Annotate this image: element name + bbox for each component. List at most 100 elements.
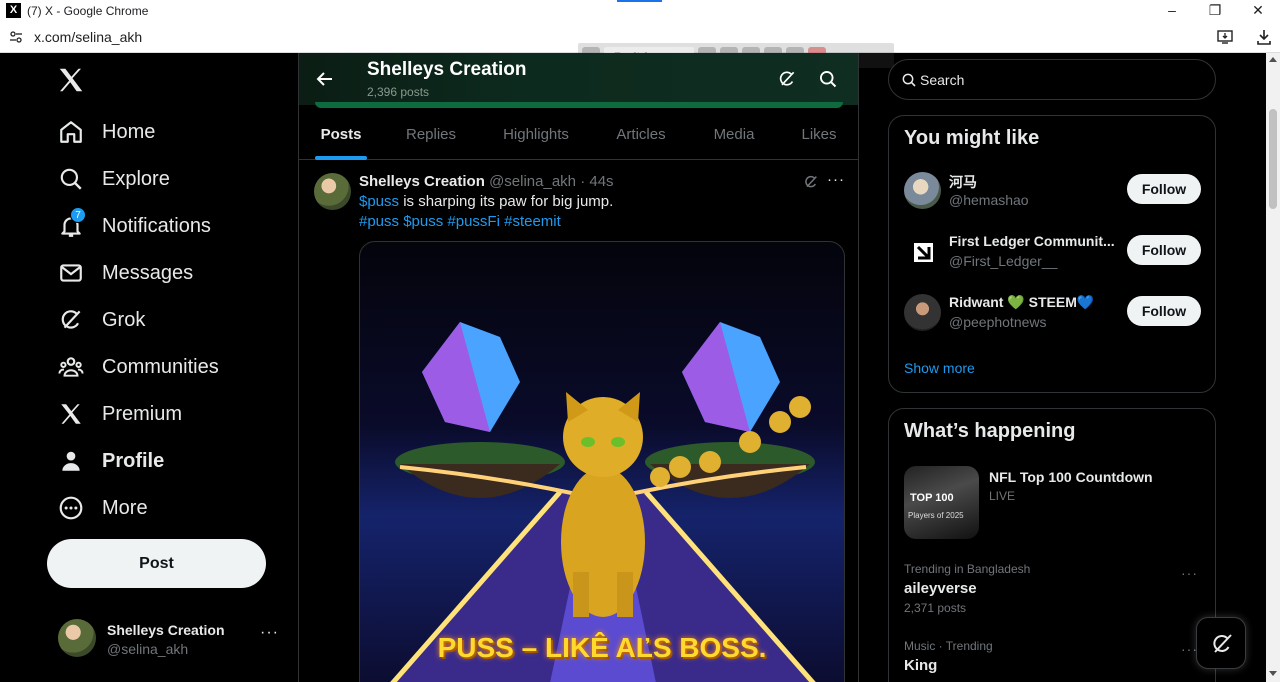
tweet-more-icon[interactable]: ··· xyxy=(827,171,845,188)
suggested-account-name: First Ledger Communit... xyxy=(949,233,1115,249)
people-icon xyxy=(58,357,84,377)
tweet-author-handle[interactable]: @selina_akh xyxy=(489,173,576,190)
active-tab-underline xyxy=(315,156,367,160)
home-icon xyxy=(60,121,82,143)
follow-button[interactable]: Follow xyxy=(1127,296,1201,326)
trend-post-count: 2,371 posts xyxy=(904,601,967,615)
scroll-down-arrow-icon[interactable] xyxy=(1269,671,1277,676)
avatar xyxy=(904,233,941,270)
tweet-time[interactable]: 44s xyxy=(589,173,613,190)
trend-thumbnail[interactable]: TOP 100 Players of 2025 xyxy=(904,466,979,539)
suggested-account-name: Ridwant 💚 STEEM💙 xyxy=(949,294,1095,310)
tweet-image[interactable]: PUSS – LIKÊ AĽS BOSS. xyxy=(359,241,845,682)
nav-profile-label: Profile xyxy=(102,449,165,472)
tweet-text-body: is sharping its paw for big jump. xyxy=(399,193,614,210)
install-app-icon[interactable] xyxy=(1216,28,1234,46)
back-arrow-icon[interactable] xyxy=(315,69,335,89)
nav-profile[interactable]: Profile xyxy=(58,441,164,481)
nav-grok[interactable]: Grok xyxy=(58,300,145,340)
featured-trend-title[interactable]: NFL Top 100 Countdown xyxy=(989,469,1153,485)
thumbnail-subtext: Players of 2025 xyxy=(908,511,964,520)
avatar xyxy=(58,619,96,657)
scrollbar-thumb[interactable] xyxy=(1269,109,1277,209)
grok-icon xyxy=(61,310,81,329)
trend-more-icon[interactable]: ··· xyxy=(1181,565,1198,581)
suggested-account-handle: @peephotnews xyxy=(949,314,1047,330)
notification-badge: 7 xyxy=(70,207,86,223)
nav-notifications[interactable]: 7 Notifications xyxy=(58,206,211,246)
grok-icon[interactable] xyxy=(777,69,797,89)
tab-highlights[interactable]: Highlights xyxy=(497,113,575,160)
nav-notifications-label: Notifications xyxy=(102,214,211,237)
download-icon[interactable] xyxy=(1255,28,1273,46)
tweet-text: $puss is sharping its paw for big jump. xyxy=(359,193,613,210)
post-count: 2,396 posts xyxy=(367,85,430,99)
maximize-button[interactable]: ❐ xyxy=(1205,2,1225,20)
scroll-up-arrow-icon[interactable] xyxy=(1269,57,1277,62)
tab-posts[interactable]: Posts xyxy=(317,113,365,160)
avatar xyxy=(904,294,941,331)
nav-more-label: More xyxy=(102,496,148,519)
show-more-link[interactable]: Show more xyxy=(904,360,975,376)
tab-replies[interactable]: Replies xyxy=(403,113,459,160)
suggested-account[interactable]: 河马 @hemashao Follow xyxy=(904,172,1201,212)
url-field[interactable]: x.com/selina_akh xyxy=(34,29,142,45)
trend-context: Music · Trending xyxy=(904,639,993,653)
grok-icon[interactable] xyxy=(803,174,819,190)
cashtag-link[interactable]: $puss xyxy=(359,193,399,210)
search-input[interactable]: Search xyxy=(888,59,1216,100)
avatar[interactable] xyxy=(314,173,351,210)
nav-explore-label: Explore xyxy=(102,167,170,190)
nav-explore[interactable]: Explore xyxy=(58,159,170,199)
nav-premium[interactable]: Premium xyxy=(58,394,182,434)
nav-home[interactable]: Home xyxy=(58,112,155,152)
nav-more[interactable]: More xyxy=(58,488,148,528)
tweet-hashtags: #puss $puss #pussFi #steemit xyxy=(359,213,561,230)
tweet-meta: Shelleys Creation @selina_akh · 44s xyxy=(359,173,614,190)
x-logo-icon[interactable] xyxy=(56,65,86,95)
thumbnail-text: TOP 100 xyxy=(910,492,954,504)
more-circle-icon xyxy=(59,496,83,520)
x-logo-icon xyxy=(61,404,81,424)
tweet[interactable]: Shelleys Creation @selina_akh · 44s ··· … xyxy=(299,161,858,682)
suggested-account[interactable]: First Ledger Communit... @First_Ledger__… xyxy=(904,233,1201,273)
window-title: (7) X - Google Chrome xyxy=(27,4,149,18)
suggested-account[interactable]: Ridwant 💚 STEEM💙 @peephotnews Follow xyxy=(904,294,1201,334)
search-icon[interactable] xyxy=(818,69,838,89)
trend-name[interactable]: King xyxy=(904,657,937,674)
post-button[interactable]: Post xyxy=(47,539,266,588)
search-icon xyxy=(902,73,916,87)
suggested-account-handle: @First_Ledger__ xyxy=(949,253,1058,269)
minimize-button[interactable]: – xyxy=(1162,2,1182,20)
you-might-like-title: You might like xyxy=(904,127,1040,149)
suggested-account-name: 河马 xyxy=(949,174,977,190)
hashtag-link[interactable]: #puss xyxy=(359,213,399,230)
meta-separator: · xyxy=(580,173,586,190)
account-switcher[interactable]: Shelleys Creation @selina_akh ··· xyxy=(58,619,288,659)
trend-name[interactable]: aileyverse xyxy=(904,580,977,597)
nav-communities-label: Communities xyxy=(102,355,219,378)
account-more-icon[interactable]: ··· xyxy=(260,624,279,642)
nav-home-label: Home xyxy=(102,120,156,143)
hashtag-link[interactable]: #pussFi xyxy=(447,213,500,230)
follow-button[interactable]: Follow xyxy=(1127,174,1201,204)
profile-tabs: Posts Replies Highlights Articles Media … xyxy=(299,113,858,160)
tab-articles[interactable]: Articles xyxy=(611,113,671,160)
hashtag-link[interactable]: $puss xyxy=(403,213,443,230)
close-window-button[interactable]: ✕ xyxy=(1248,2,1268,20)
nav-messages[interactable]: Messages xyxy=(58,253,193,293)
suggested-account-handle: @hemashao xyxy=(949,192,1029,208)
trend-context: Trending in Bangladesh xyxy=(904,562,1031,576)
image-caption: PUSS – LIKÊ AĽS BOSS. xyxy=(437,632,767,663)
page-scrollbar[interactable] xyxy=(1266,53,1280,682)
tab-media[interactable]: Media xyxy=(709,113,759,160)
tab-likes[interactable]: Likes xyxy=(799,113,839,160)
grok-floating-button[interactable] xyxy=(1196,617,1246,669)
banner-strip xyxy=(315,102,843,108)
tweet-author-name[interactable]: Shelleys Creation xyxy=(359,173,485,190)
hashtag-link[interactable]: #steemit xyxy=(504,213,561,230)
nav-communities[interactable]: Communities xyxy=(58,347,219,387)
person-icon xyxy=(62,451,80,471)
follow-button[interactable]: Follow xyxy=(1127,235,1201,265)
site-settings-icon[interactable] xyxy=(9,30,23,44)
